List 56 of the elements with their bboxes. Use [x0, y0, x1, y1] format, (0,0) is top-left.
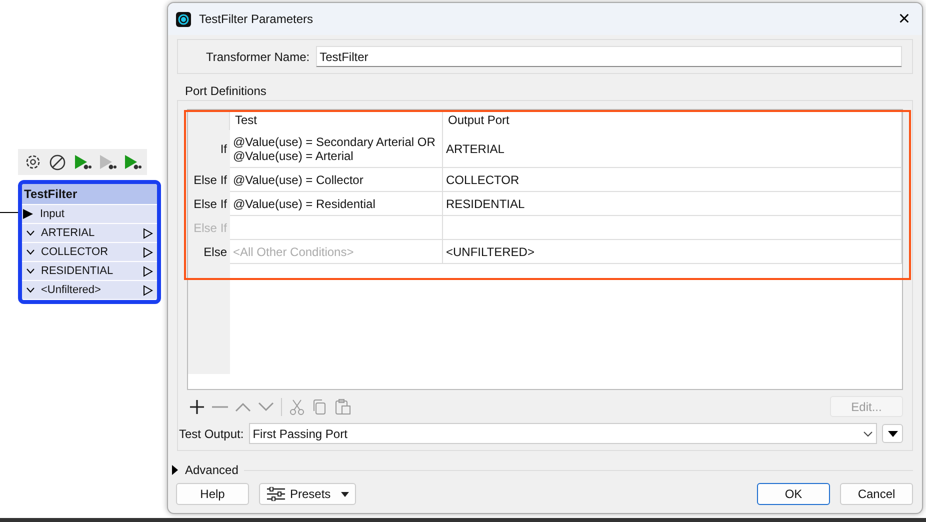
output-triangle-icon: [143, 228, 153, 238]
input-port[interactable]: Input: [40, 208, 153, 220]
transformer-node[interactable]: TestFilter Input ARTERIAL COLLECTOR RESIDENTIAL <Unfiltered>: [18, 180, 161, 304]
expand-triangle-icon: [171, 465, 179, 475]
input-field[interactable]: TestFilter: [316, 46, 902, 67]
output-triangle-icon: [143, 266, 153, 276]
add-icon: [188, 398, 206, 416]
input-arrow-icon: [22, 208, 34, 220]
table-cell[interactable]: [443, 216, 902, 240]
presets-button[interactable]: Presets: [259, 483, 356, 505]
chevron-icon: [863, 430, 873, 436]
output-triangle-icon: [143, 246, 153, 258]
caret-icon: [340, 492, 349, 496]
row-label: Else If: [188, 192, 230, 216]
table-cell[interactable]: [230, 216, 443, 240]
output-port[interactable]: COLLECTOR: [41, 246, 137, 258]
node-title: TestFilter: [22, 184, 157, 205]
chevron-icon: [26, 248, 35, 256]
cut-icon: [288, 398, 306, 416]
ok-button[interactable]: OK: [757, 483, 830, 505]
sliders-icon: [266, 487, 286, 501]
paste-icon: [334, 398, 352, 416]
advanced-toggle[interactable]: Advanced: [171, 463, 238, 477]
table-cell[interactable]: COLLECTOR: [443, 168, 902, 192]
app-icon: [176, 12, 191, 26]
table-cell[interactable]: @Value(use) = Secondary Arterial OR @Value(use) = Arterial: [230, 130, 443, 168]
output-port[interactable]: ARTERIAL: [41, 227, 137, 239]
output-triangle-icon: [143, 284, 153, 296]
prohibited-icon[interactable]: [49, 154, 66, 170]
caret-icon: [888, 430, 898, 436]
table-cell[interactable]: @Value(use) = Collector: [230, 168, 443, 192]
close-button[interactable]: ×: [894, 8, 914, 30]
chevron-icon: [26, 267, 35, 275]
row-label: If: [188, 130, 230, 168]
field-label: Transformer Name:: [206, 50, 310, 64]
help-button[interactable]: Help: [176, 483, 249, 505]
row-label: Else: [188, 240, 230, 264]
table-cell[interactable]: RESIDENTIAL: [443, 192, 902, 216]
table-cell[interactable]: @Value(use) = Residential: [230, 192, 443, 216]
run-icon[interactable]: [124, 154, 142, 170]
output-port[interactable]: RESIDENTIAL: [41, 265, 137, 277]
output-port[interactable]: <Unfiltered>: [41, 284, 137, 296]
section-title: Port Definitions: [185, 84, 268, 98]
table-cell[interactable]: <UNFILTERED>: [443, 240, 902, 264]
window-title: TestFilter Parameters: [199, 12, 314, 26]
run-icon[interactable]: [74, 154, 92, 170]
row-label: Else If: [188, 168, 230, 192]
settings-icon[interactable]: [24, 153, 42, 171]
chevron-icon: [26, 286, 35, 294]
table-cell[interactable]: ARTERIAL: [443, 130, 902, 168]
row-label: Else If: [188, 216, 230, 240]
test-output-dropdown[interactable]: First Passing Port: [248, 423, 877, 444]
field-label: Test Output:: [179, 426, 244, 440]
chevron-icon: [26, 229, 35, 237]
cancel-button[interactable]: Cancel: [840, 483, 913, 505]
menu-button[interactable]: [882, 424, 903, 443]
